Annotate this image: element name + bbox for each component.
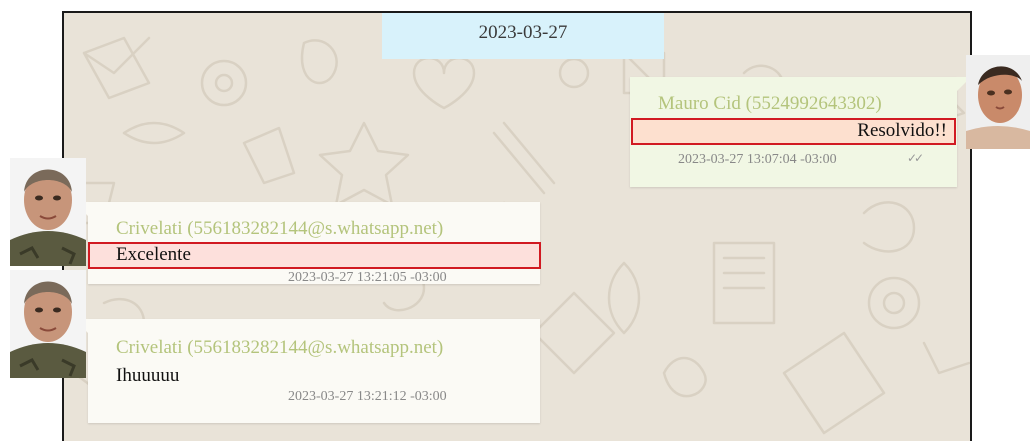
message-bubble-outgoing[interactable]: Mauro Cid (5524992643302) Resolvido!! 20… (630, 77, 971, 187)
message-text: Excelente (116, 244, 191, 265)
sender-name: Mauro Cid (5524992643302) (658, 93, 882, 114)
message-bubble-incoming[interactable]: Crivelati (556183282144@s.whatsapp.net) … (74, 202, 541, 285)
date-banner: 2023-03-27 (382, 13, 664, 59)
avatar-crivelati-image (10, 270, 86, 378)
avatar-crivelati-image (10, 158, 86, 266)
message-timestamp: 2023-03-27 13:07:04 -03:00 (678, 152, 837, 167)
avatar-crivelati (10, 270, 86, 378)
avatar-mauro-cid (966, 55, 1030, 149)
avatar-crivelati (10, 158, 86, 266)
sender-name: Crivelati (556183282144@s.whatsapp.net) (116, 218, 444, 239)
avatar-mauro-cid-image (966, 55, 1030, 149)
double-check-icon: ✓✓ (907, 151, 924, 165)
message-text: Resolvido!! (857, 120, 947, 141)
message-bubble-incoming[interactable]: Crivelati (556183282144@s.whatsapp.net) … (74, 319, 540, 423)
message-timestamp: 2023-03-27 13:21:12 -03:00 (288, 389, 447, 404)
sender-name: Crivelati (556183282144@s.whatsapp.net) (116, 337, 444, 358)
message-text: Ihuuuuu (116, 365, 180, 386)
message-timestamp: 2023-03-27 13:21:05 -03:00 (288, 270, 447, 285)
